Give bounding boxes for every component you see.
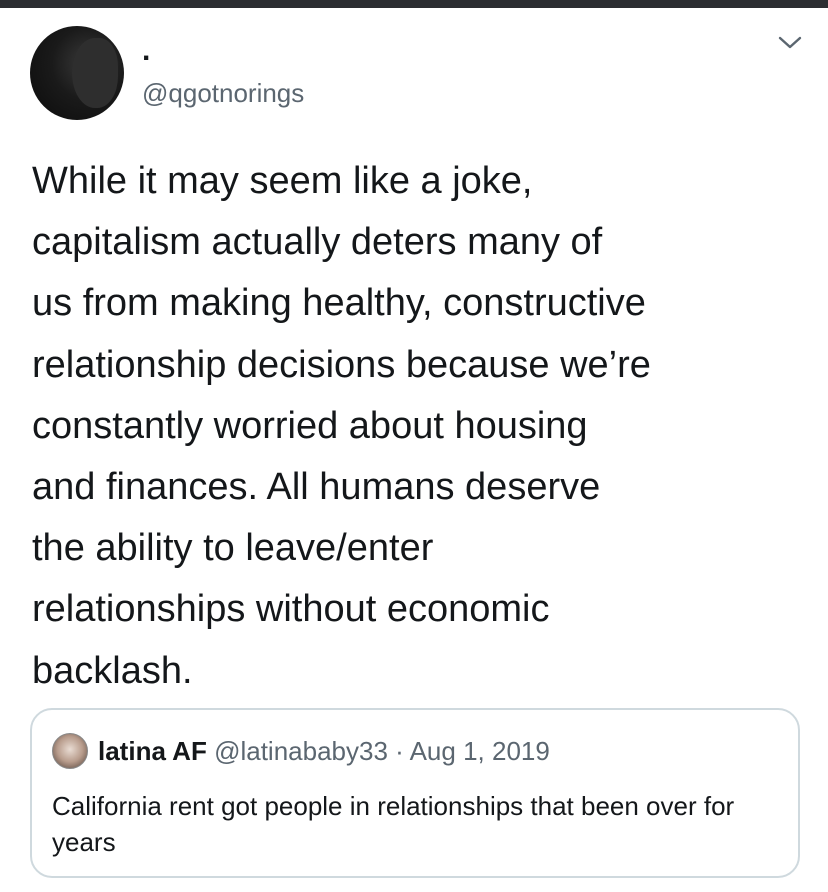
top-bar — [0, 0, 828, 8]
quoted-tweet-date[interactable]: Aug 1, 2019 — [410, 736, 550, 766]
quoted-tweet-header: latina AF @latinababy33 · Aug 1, 2019 — [98, 736, 550, 766]
quoted-tweet[interactable]: latina AF @latinababy33 · Aug 1, 2019 Ca… — [30, 708, 800, 878]
author-avatar[interactable] — [30, 26, 124, 120]
quoted-author-handle[interactable]: @latinababy33 — [214, 736, 388, 766]
chevron-down-icon[interactable] — [776, 30, 804, 54]
quoted-tweet-text: California rent got people in relationsh… — [52, 791, 735, 857]
quoted-author-display-name[interactable]: latina AF — [98, 736, 207, 766]
quoted-author-avatar[interactable] — [52, 733, 88, 769]
tweet-card: . @qgotnorings While it may seem like a … — [0, 8, 828, 892]
author-handle[interactable]: @qgotnorings — [142, 78, 304, 108]
quoted-meta-separator: · — [387, 736, 410, 766]
tweet-text: While it may seem like a joke, capitalis… — [32, 160, 651, 692]
avatar-silhouette — [72, 38, 118, 108]
author-display-name[interactable]: . — [142, 36, 150, 66]
